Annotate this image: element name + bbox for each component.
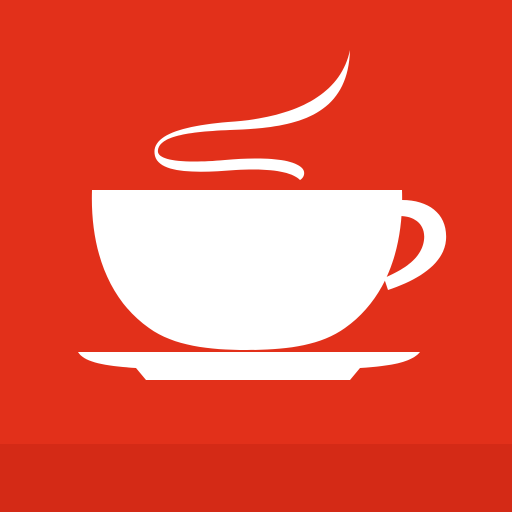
app-icon[interactable] (0, 0, 512, 512)
coffee-cup-icon (0, 0, 512, 512)
icon-bottom-band (0, 444, 512, 512)
